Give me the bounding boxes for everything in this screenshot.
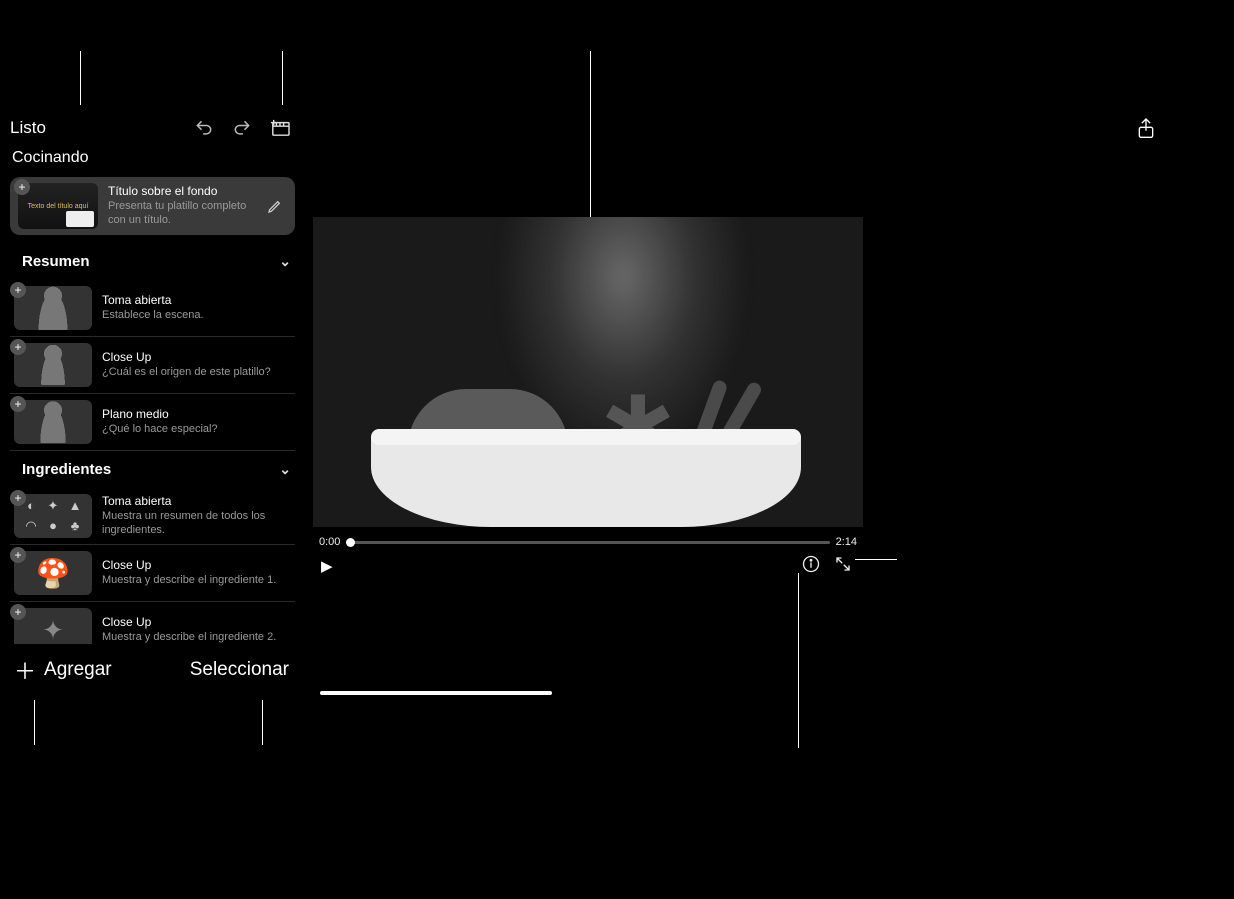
shot-title: Close Up	[102, 350, 291, 364]
shot-row[interactable]: + ◐✦▲ ◠●♣ Toma abierta Muestra un resume…	[10, 488, 295, 545]
add-media-badge[interactable]: +	[10, 396, 26, 412]
section-label: Resumen	[22, 253, 90, 270]
shot-row[interactable]: + 🍄 Close Up Muestra y describe el ingre…	[10, 545, 295, 602]
add-media-badge[interactable]: +	[10, 490, 26, 506]
ingredients-grid-icon: ◐✦▲ ◠●♣	[21, 497, 85, 535]
title-thumb-text: Texto del título aquí	[28, 203, 89, 210]
add-media-badge[interactable]: +	[10, 339, 26, 355]
timeline[interactable]: 0:00 2:14	[313, 530, 863, 554]
callout-line	[34, 693, 35, 745]
shot-thumb: +	[14, 286, 92, 330]
callout-line	[262, 693, 263, 745]
add-label: Agregar	[44, 659, 112, 681]
shot-title: Toma abierta	[102, 494, 291, 508]
project-title: Cocinando	[0, 143, 305, 177]
storyboard-sidebar: Listo Cocinando + Texto del título aquí	[0, 105, 305, 700]
undo-button[interactable]	[189, 113, 219, 143]
add-media-badge[interactable]: +	[14, 179, 30, 195]
shot-title: Close Up	[102, 615, 291, 629]
add-media-badge[interactable]: +	[10, 282, 26, 298]
sidebar-footer: ＋ Agregar Seleccionar	[0, 644, 305, 700]
shot-row[interactable]: + Toma abierta Establece la escena.	[10, 280, 295, 337]
shot-desc: Muestra un resumen de todos los ingredie…	[102, 510, 291, 538]
duration: 2:14	[836, 536, 857, 548]
shot-thumb: + ◐✦▲ ◠●♣	[14, 494, 92, 538]
shot-thumb: + 🍄	[14, 551, 92, 595]
info-button[interactable]	[799, 555, 823, 578]
shot-desc: Muestra y describe el ingrediente 2.	[102, 631, 291, 644]
home-indicator	[320, 691, 552, 695]
player-controls: ▶	[313, 553, 863, 579]
plus-icon: ＋	[14, 654, 36, 686]
time-track[interactable]	[346, 541, 829, 544]
shot-title: Close Up	[102, 558, 291, 572]
shot-list: + Texto del título aquí Título sobre el …	[0, 177, 305, 644]
section-header-ingredientes[interactable]: Ingredientes ⌄	[10, 451, 295, 488]
section-label: Ingredientes	[22, 461, 111, 478]
fullscreen-button[interactable]	[831, 555, 855, 578]
bowl-graphic	[371, 437, 801, 527]
callout-line	[282, 51, 283, 106]
video-preview[interactable]: ✱	[313, 217, 863, 527]
current-time: 0:00	[319, 536, 340, 548]
callout-line	[80, 51, 81, 106]
chevron-down-icon[interactable]: ⌄	[279, 461, 291, 478]
shot-desc: Muestra y describe el ingrediente 1.	[102, 574, 291, 588]
chevron-down-icon[interactable]: ⌄	[279, 253, 291, 270]
preview-viewer: ✱ 0:00 2:14 ▶	[313, 105, 863, 580]
shot-thumb: +	[14, 400, 92, 444]
edit-shot-button[interactable]	[263, 194, 287, 218]
add-media-badge[interactable]: +	[10, 604, 26, 620]
done-button[interactable]: Listo	[10, 118, 46, 138]
sidebar-header: Listo	[0, 105, 305, 143]
playhead[interactable]	[346, 538, 355, 547]
leaf-icon: ✦	[42, 615, 64, 645]
shot-desc: Presenta tu platillo completo con un tít…	[108, 200, 253, 228]
shot-row[interactable]: + ✦ Close Up Muestra y describe el ingre…	[10, 602, 295, 644]
add-media-badge[interactable]: +	[10, 547, 26, 563]
shot-desc: ¿Qué lo hace especial?	[102, 423, 291, 437]
title-shot-thumb: + Texto del título aquí	[18, 183, 98, 229]
select-button[interactable]: Seleccionar	[190, 659, 289, 681]
shot-title: Toma abierta	[102, 293, 291, 307]
add-button[interactable]: ＋ Agregar	[14, 654, 112, 686]
share-button[interactable]	[1134, 117, 1158, 141]
shot-thumb: +	[14, 343, 92, 387]
shot-desc: Establece la escena.	[102, 309, 291, 323]
person-silhouette-icon	[38, 401, 68, 443]
callout-line	[798, 573, 799, 748]
shot-title: Plano medio	[102, 407, 291, 421]
person-silhouette-icon	[39, 345, 67, 385]
shot-thumb: + ✦	[14, 608, 92, 644]
redo-button[interactable]	[227, 113, 257, 143]
shot-row[interactable]: + Plano medio ¿Qué lo hace especial?	[10, 394, 295, 451]
mushroom-icon: 🍄	[36, 557, 71, 590]
shot-row[interactable]: + Close Up ¿Cuál es el origen de este pl…	[10, 337, 295, 394]
shot-desc: ¿Cuál es el origen de este platillo?	[102, 366, 291, 380]
add-clip-button[interactable]	[265, 113, 295, 143]
play-button[interactable]: ▶	[321, 557, 333, 575]
title-shot-card[interactable]: + Texto del título aquí Título sobre el …	[10, 177, 295, 235]
person-silhouette-icon	[36, 286, 70, 330]
section-header-resumen[interactable]: Resumen ⌄	[10, 243, 295, 280]
shot-title: Título sobre el fondo	[108, 184, 253, 198]
